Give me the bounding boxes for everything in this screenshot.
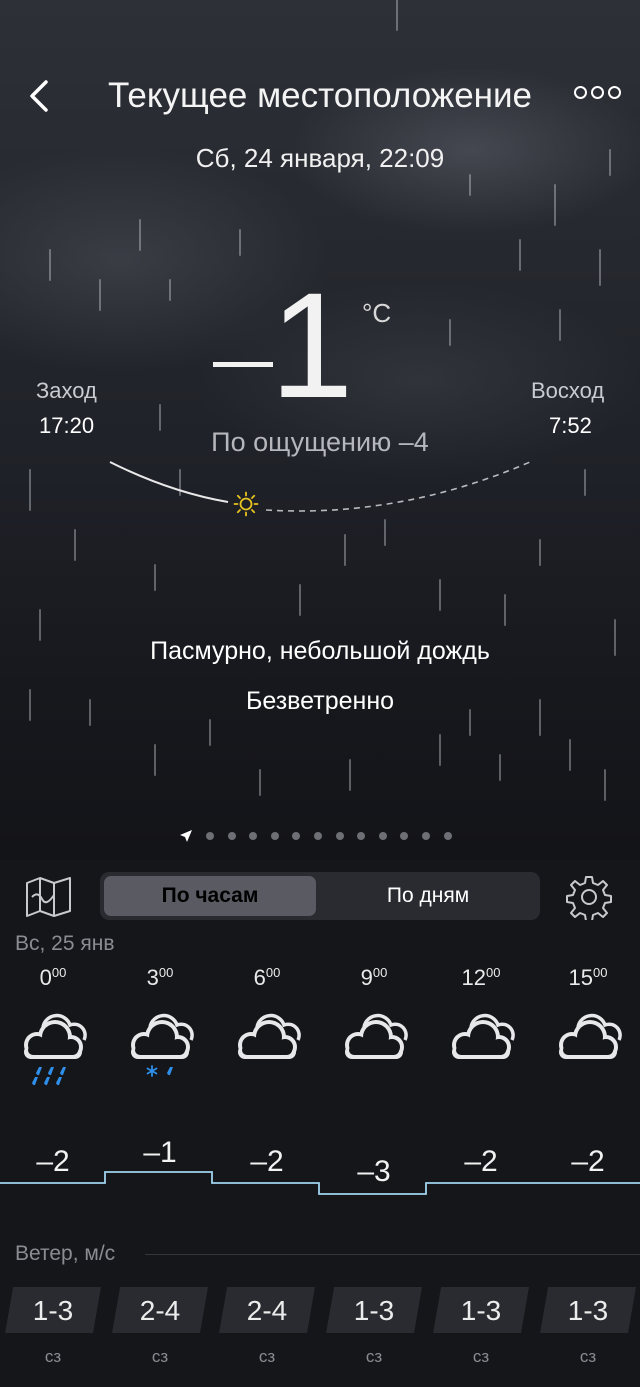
forecast-day-label: Вс, 25 янв — [15, 932, 115, 955]
wind-speed: 1-3 — [460, 1295, 502, 1326]
page-dot — [249, 832, 258, 840]
hour-minutes: 00 — [158, 965, 174, 980]
hour-value: 15 — [568, 965, 593, 990]
hour-minutes: 00 — [265, 965, 281, 980]
hour-minutes: 00 — [486, 965, 501, 980]
cloud-icon — [334, 1005, 414, 1095]
page-dot — [443, 832, 452, 840]
wind-direction: сз — [472, 1347, 490, 1366]
sun-icon — [233, 491, 259, 517]
wind-direction: сз — [365, 1347, 383, 1366]
hour-value: 0 — [39, 965, 52, 990]
wind-speed-badge: 1-3 — [540, 1287, 636, 1333]
hour-label: 1200 — [441, 965, 521, 991]
wind-speed-badge: 1-3 — [326, 1287, 422, 1333]
more-dot-icon — [608, 86, 621, 99]
hour-value: 9 — [360, 965, 373, 990]
current-date: Сб, 24 января, 22:09 — [195, 143, 445, 173]
sunset-time: 17:20 — [39, 413, 95, 438]
page-dot — [357, 832, 366, 840]
hour-label: 1500 — [548, 965, 628, 991]
temperature-minus-sign — [213, 362, 273, 367]
location-arrow-icon — [180, 830, 192, 842]
wind-speed: 1-3 — [567, 1295, 609, 1326]
wind-direction: сз — [579, 1347, 597, 1366]
location-page-indicator[interactable] — [178, 828, 465, 844]
sunrise-label: Восход — [531, 378, 605, 403]
cloud-icon — [441, 1005, 521, 1095]
wind-direction: сз — [151, 1347, 169, 1366]
cloud-icon — [227, 1005, 307, 1095]
cloud-rain-icon — [13, 1005, 93, 1095]
page-dot — [400, 832, 409, 840]
more-dot-icon — [574, 86, 587, 99]
wind-direction: сз — [258, 1347, 276, 1366]
page-dot — [421, 832, 430, 840]
more-dot-icon — [591, 86, 604, 99]
more-options-button[interactable] — [574, 86, 630, 106]
wind-section-title: Ветер, м/с — [15, 1242, 116, 1265]
tab-hourly[interactable]: По часам — [104, 876, 316, 916]
current-temperature: 1 — [270, 261, 354, 429]
wind-speed: 2-4 — [246, 1295, 288, 1326]
hour-value: 6 — [253, 965, 266, 990]
page-dot — [270, 832, 279, 840]
sunrise-time: 7:52 — [549, 413, 592, 438]
hour-label: 300 — [120, 965, 200, 991]
sunset-label: Заход — [36, 378, 97, 403]
cloud-icon — [548, 1005, 628, 1095]
hour-minutes: 00 — [372, 965, 388, 980]
hour-minutes: 00 — [51, 965, 67, 980]
wind-speed-badge: 1-3 — [5, 1287, 101, 1333]
wind-condition: Безветренно — [245, 687, 395, 715]
wind-speed-badge: 1-3 — [433, 1287, 529, 1333]
top-bar: Текущее местоположение — [0, 72, 640, 122]
hour-label: 600 — [227, 965, 307, 991]
hour-value: 12 — [461, 965, 486, 990]
page-dot — [335, 832, 344, 840]
page-dot — [313, 832, 322, 840]
hour-label: 900 — [334, 965, 414, 991]
page-dot — [292, 832, 301, 840]
map-icon[interactable] — [24, 875, 74, 919]
page-title: Текущее местоположение — [107, 76, 533, 115]
hour-label: 000 — [13, 965, 93, 991]
hour-value: 3 — [146, 965, 159, 990]
cloud-sleet-icon — [120, 1005, 200, 1095]
forecast-mode-switch: По часам По дням — [100, 872, 540, 920]
page-dot — [206, 832, 214, 840]
wind-speed-badge: 2-4 — [219, 1287, 315, 1333]
tab-daily[interactable]: По дням — [320, 876, 536, 916]
weather-condition: Пасмурно, небольшой дождь — [150, 637, 490, 665]
wind-speed-badge: 2-4 — [112, 1287, 208, 1333]
temperature-line — [0, 1171, 640, 1195]
wind-speed: 1-3 — [353, 1295, 395, 1326]
sun-path-arc — [109, 461, 531, 517]
wind-speed: 1-3 — [32, 1295, 74, 1326]
page-dot — [378, 832, 387, 840]
wind-direction: сз — [44, 1347, 62, 1366]
page-dot — [227, 832, 236, 840]
wind-speed: 2-4 — [139, 1295, 181, 1326]
wind-divider — [145, 1254, 640, 1255]
temperature-unit: °C — [362, 298, 392, 328]
gear-icon[interactable] — [566, 874, 612, 920]
hour-minutes: 00 — [593, 965, 608, 980]
